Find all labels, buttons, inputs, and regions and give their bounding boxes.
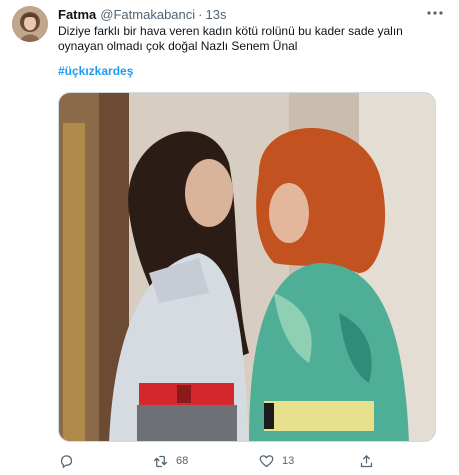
more-options-icon[interactable] [423, 5, 447, 21]
author-handle[interactable]: @Fatmakabanci [100, 7, 195, 22]
hashtag-link[interactable]: #üçkızkardeş [58, 64, 133, 78]
author-name[interactable]: Fatma [58, 7, 96, 22]
separator-dot: · [198, 6, 203, 22]
tweet-header: Fatma @Fatmakabanci · 13s [58, 5, 419, 23]
share-icon [358, 453, 374, 469]
avatar[interactable] [12, 6, 48, 42]
reply-button[interactable] [58, 452, 82, 470]
retweet-count: 68 [176, 455, 189, 467]
photo-image [59, 93, 435, 441]
retweet-icon [152, 453, 168, 469]
retweet-button[interactable]: 68 [152, 452, 188, 470]
timestamp[interactable]: 13s [206, 7, 227, 22]
tweet[interactable]: Fatma @Fatmakabanci · 13s Diziye farklı … [0, 0, 459, 475]
reply-icon [58, 453, 74, 469]
tweet-media-photo[interactable] [58, 92, 436, 442]
share-button[interactable] [358, 452, 382, 470]
like-count: 13 [282, 455, 295, 467]
tweet-actions: 68 13 [58, 452, 448, 470]
like-button[interactable]: 13 [258, 452, 294, 470]
heart-icon [258, 453, 274, 469]
tweet-text: Diziye farklı bir hava veren kadın kötü … [58, 24, 403, 53]
avatar-image [12, 6, 48, 42]
